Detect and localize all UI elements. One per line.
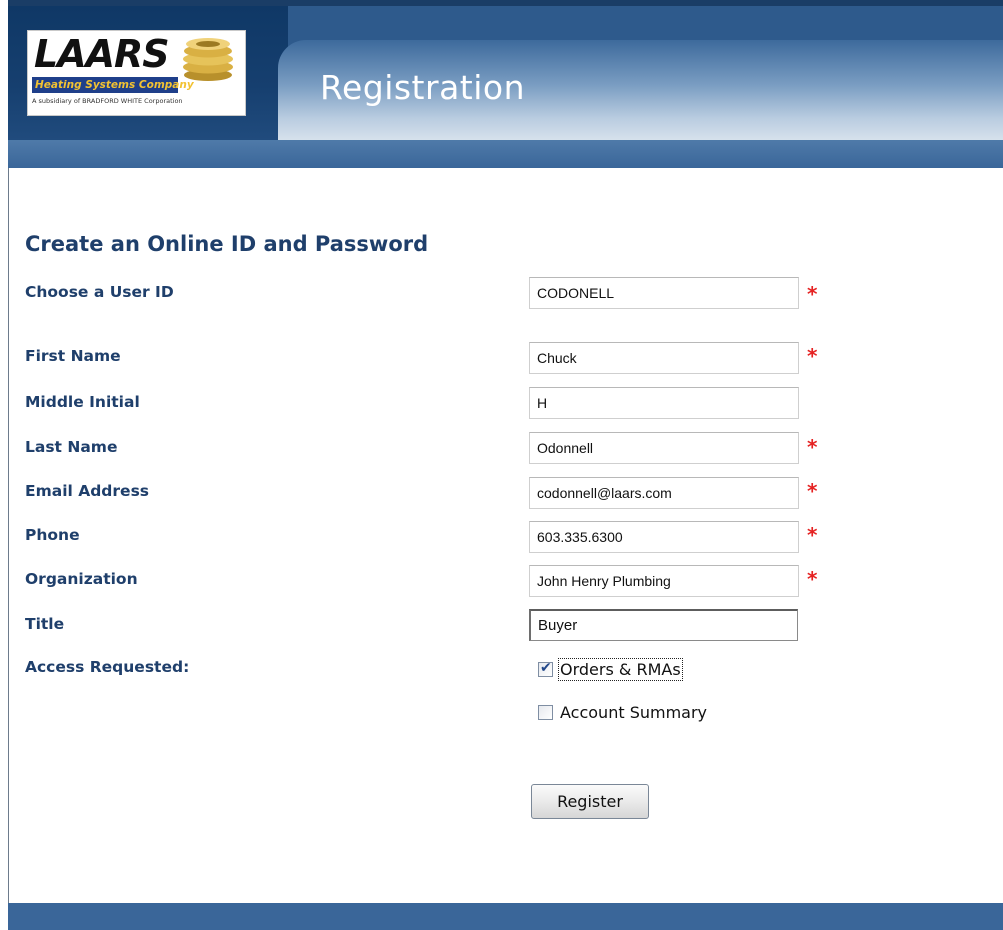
organization-required-marker: * xyxy=(807,567,818,591)
account-summary-label[interactable]: Account Summary xyxy=(559,702,708,723)
phone-required-marker: * xyxy=(807,523,818,547)
title-label: Title xyxy=(25,615,65,633)
coil-icon xyxy=(183,38,233,81)
page-footer-bar xyxy=(8,903,1003,930)
page-title: Registration xyxy=(320,68,525,107)
form-heading: Create an Online ID and Password xyxy=(25,232,429,256)
email-label: Email Address xyxy=(25,482,150,500)
account-summary-option[interactable]: Account Summary xyxy=(538,701,708,723)
email-input[interactable] xyxy=(529,477,799,509)
orders-rmas-option[interactable]: ✔ Orders & RMAs xyxy=(538,657,683,681)
last-name-required-marker: * xyxy=(807,435,818,459)
logo-subsidiary-text: A subsidiary of BRADFORD WHITE Corporati… xyxy=(32,97,183,105)
account-summary-checkbox[interactable] xyxy=(538,704,553,720)
orders-rmas-label[interactable]: Orders & RMAs xyxy=(558,657,683,681)
middle-initial-label: Middle Initial xyxy=(25,393,140,411)
user-id-label: Choose a User ID xyxy=(25,283,174,301)
phone-label: Phone xyxy=(25,526,80,544)
first-name-label: First Name xyxy=(25,347,121,365)
phone-input[interactable] xyxy=(529,521,799,553)
middle-initial-input[interactable] xyxy=(529,387,799,419)
first-name-required-marker: * xyxy=(807,344,818,368)
first-name-input[interactable] xyxy=(529,342,799,374)
access-requested-label: Access Requested: xyxy=(25,658,190,676)
registration-page: LAARS Heating Systems Company A subsidia… xyxy=(0,0,1003,930)
page-header: LAARS Heating Systems Company A subsidia… xyxy=(8,0,1003,168)
logo-brand-text: LAARS xyxy=(34,32,170,76)
user-id-input[interactable] xyxy=(529,277,799,309)
email-required-marker: * xyxy=(807,479,818,503)
header-bottom-band xyxy=(8,140,1003,168)
last-name-input[interactable] xyxy=(529,432,799,464)
checkmark-icon: ✔ xyxy=(540,659,552,676)
orders-rmas-checkbox[interactable]: ✔ xyxy=(538,659,553,677)
title-input[interactable] xyxy=(529,609,798,641)
logo-tagline: Heating Systems Company xyxy=(32,77,194,93)
laars-logo[interactable]: LAARS Heating Systems Company A subsidia… xyxy=(27,30,246,116)
register-button[interactable]: Register xyxy=(531,784,649,819)
last-name-label: Last Name xyxy=(25,438,118,456)
organization-input[interactable] xyxy=(529,565,799,597)
user-id-required-marker: * xyxy=(807,282,818,306)
organization-label: Organization xyxy=(25,570,138,588)
